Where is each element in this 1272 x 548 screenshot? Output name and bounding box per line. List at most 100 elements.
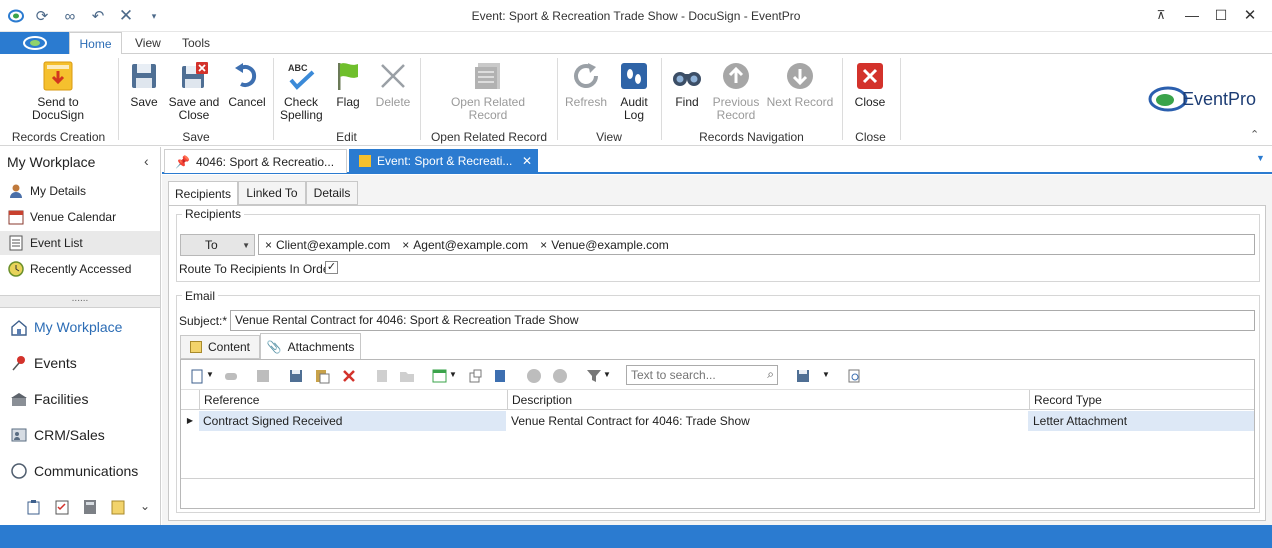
previous-record-button[interactable]: Previous Record <box>710 60 762 122</box>
maximize-button[interactable]: ☐ <box>1207 4 1235 26</box>
next-record-button[interactable]: Next Record <box>766 60 834 109</box>
move-up-icon[interactable] <box>526 368 542 384</box>
doc-tab-docusign[interactable]: Event: Sport & Recreati... ✕ <box>349 149 538 173</box>
save-icon[interactable] <box>255 368 271 384</box>
table-row[interactable]: ▶ Contract Signed Received Venue Rental … <box>181 411 1254 431</box>
recipients-input[interactable]: × Client@example.com × Agent@example.com ×… <box>258 234 1255 255</box>
tab-list-dropdown-icon[interactable]: ▼ <box>1256 153 1265 163</box>
report-icon[interactable] <box>374 368 390 384</box>
move-down-icon[interactable] <box>552 368 568 384</box>
tab-attachments[interactable]: 📎 Attachments <box>260 333 361 360</box>
list-icon <box>8 235 24 251</box>
status-bar <box>0 525 1272 548</box>
check-spelling-button[interactable]: ABC Check Spelling <box>280 60 323 122</box>
route-in-order-checkbox[interactable]: ✓ <box>325 261 338 274</box>
sidebar-item-recently-accessed[interactable]: Recently Accessed <box>0 257 160 281</box>
remove-icon[interactable]: × <box>402 238 409 252</box>
preview-icon[interactable] <box>846 368 862 384</box>
sidebar-item-venue-calendar[interactable]: Venue Calendar <box>0 205 160 229</box>
tab-content[interactable]: Content <box>180 335 260 359</box>
close-tab-icon[interactable]: ✕ <box>522 154 532 168</box>
cancel-button[interactable]: Cancel <box>226 60 268 109</box>
tab-view[interactable]: View <box>135 36 161 50</box>
cell-record-type[interactable]: Letter Attachment <box>1029 411 1254 431</box>
link-icon[interactable] <box>223 368 239 384</box>
open-related-record-button[interactable]: Open Related Record <box>448 60 528 122</box>
sidebar-item-event-list[interactable]: Event List <box>0 231 160 255</box>
recipient-token[interactable]: × Venue@example.com <box>540 238 669 252</box>
new-icon[interactable] <box>189 368 205 384</box>
subject-input[interactable]: Venue Rental Contract for 4046: Sport & … <box>230 310 1255 331</box>
columns-icon[interactable] <box>432 368 448 384</box>
notes-icon[interactable] <box>110 499 126 515</box>
delete-icon[interactable] <box>341 368 357 384</box>
floppy-icon[interactable] <box>288 368 304 384</box>
search-icon[interactable]: ⌕ <box>767 367 774 382</box>
tab-linked-to[interactable]: Linked To <box>238 181 306 205</box>
user-icon <box>8 183 24 199</box>
remove-icon[interactable]: × <box>540 238 547 252</box>
column-header-description[interactable]: Description <box>507 390 1029 410</box>
save-and-close-button[interactable]: Save and Close <box>168 60 220 122</box>
minimize-button[interactable]: — <box>1178 4 1206 26</box>
save-button[interactable]: Save <box>126 60 162 109</box>
chevron-down-icon: ▼ <box>242 240 250 250</box>
grid-search-box[interactable]: ⌕ <box>626 365 778 385</box>
chevron-down-icon[interactable]: ▼ <box>449 370 457 379</box>
checklist-icon[interactable] <box>54 499 70 515</box>
nav-facilities[interactable]: Facilities <box>0 383 160 415</box>
floppy-icon[interactable] <box>795 368 811 384</box>
expand-icon[interactable] <box>467 368 483 384</box>
send-to-docusign-button[interactable]: Send to DocuSign <box>28 60 88 122</box>
cell-description[interactable]: Venue Rental Contract for 4046: Trade Sh… <box>507 411 1029 431</box>
nav-crm-sales[interactable]: CRM/Sales <box>0 419 160 451</box>
refresh-button[interactable]: Refresh <box>564 60 608 109</box>
nav-my-workplace[interactable]: My Workplace <box>0 311 160 343</box>
column-header-reference[interactable]: Reference <box>199 390 507 410</box>
group-close: Close <box>855 130 886 144</box>
doc-tab-event-record[interactable]: 📌 4046: Sport & Recreatio... <box>164 149 347 173</box>
cell-reference[interactable]: Contract Signed Received <box>199 411 507 431</box>
remove-icon[interactable]: × <box>265 238 272 252</box>
grid-search-input[interactable] <box>627 366 755 384</box>
tab-home[interactable]: Home <box>69 32 122 55</box>
audit-log-button[interactable]: Audit Log <box>616 60 652 122</box>
restore-ribbon-icon[interactable]: ⊼ <box>1147 4 1175 26</box>
application-button[interactable] <box>0 32 69 54</box>
find-button[interactable]: Find <box>670 60 704 109</box>
docusign-form: Recipients Linked To Details Recipients … <box>162 175 1272 525</box>
window-title: Event: Sport & Recreation Trade Show - D… <box>471 9 801 23</box>
recipient-type-dropdown[interactable]: To ▼ <box>180 234 255 256</box>
delete-button[interactable]: Delete <box>374 60 412 109</box>
related-record-icon <box>472 60 504 92</box>
sidebar-item-my-details[interactable]: My Details <box>0 179 160 203</box>
tab-recipients[interactable]: Recipients <box>168 181 238 205</box>
tab-tools[interactable]: Tools <box>182 36 210 50</box>
collapse-sidebar-icon[interactable]: ‹ <box>144 153 149 169</box>
filter-icon[interactable] <box>586 368 602 384</box>
sidebar-splitter[interactable]: ...... <box>0 294 160 308</box>
chevron-down-icon[interactable]: ⌄ <box>140 499 150 513</box>
recipient-token[interactable]: × Agent@example.com <box>402 238 528 252</box>
paste-icon[interactable] <box>314 368 330 384</box>
arrow-up-icon <box>720 60 752 92</box>
calculator-icon[interactable] <box>82 499 98 515</box>
tab-details[interactable]: Details <box>306 181 358 205</box>
clipboard-icon[interactable] <box>26 499 42 515</box>
column-header-record-type[interactable]: Record Type <box>1029 390 1254 410</box>
nav-communications[interactable]: Communications <box>0 455 160 487</box>
recipient-token[interactable]: × Client@example.com <box>265 238 390 252</box>
chevron-down-icon[interactable]: ▼ <box>206 370 214 379</box>
group-open-related: Open Related Record <box>430 130 548 144</box>
chevron-down-icon[interactable]: ▼ <box>822 370 830 379</box>
folder-icon[interactable] <box>399 368 415 384</box>
export-icon[interactable] <box>492 368 508 384</box>
collapse-ribbon-icon[interactable]: ⌃ <box>1250 128 1259 141</box>
close-window-button[interactable]: ✕ <box>1236 4 1264 26</box>
close-button[interactable]: Close <box>852 60 888 109</box>
nav-events[interactable]: Events <box>0 347 160 379</box>
form-panel: Recipients To ▼ × Client@example.com × Age… <box>168 205 1266 521</box>
docusign-icon <box>42 60 74 92</box>
flag-button[interactable]: Flag <box>332 60 364 109</box>
chevron-down-icon[interactable]: ▼ <box>603 370 611 379</box>
